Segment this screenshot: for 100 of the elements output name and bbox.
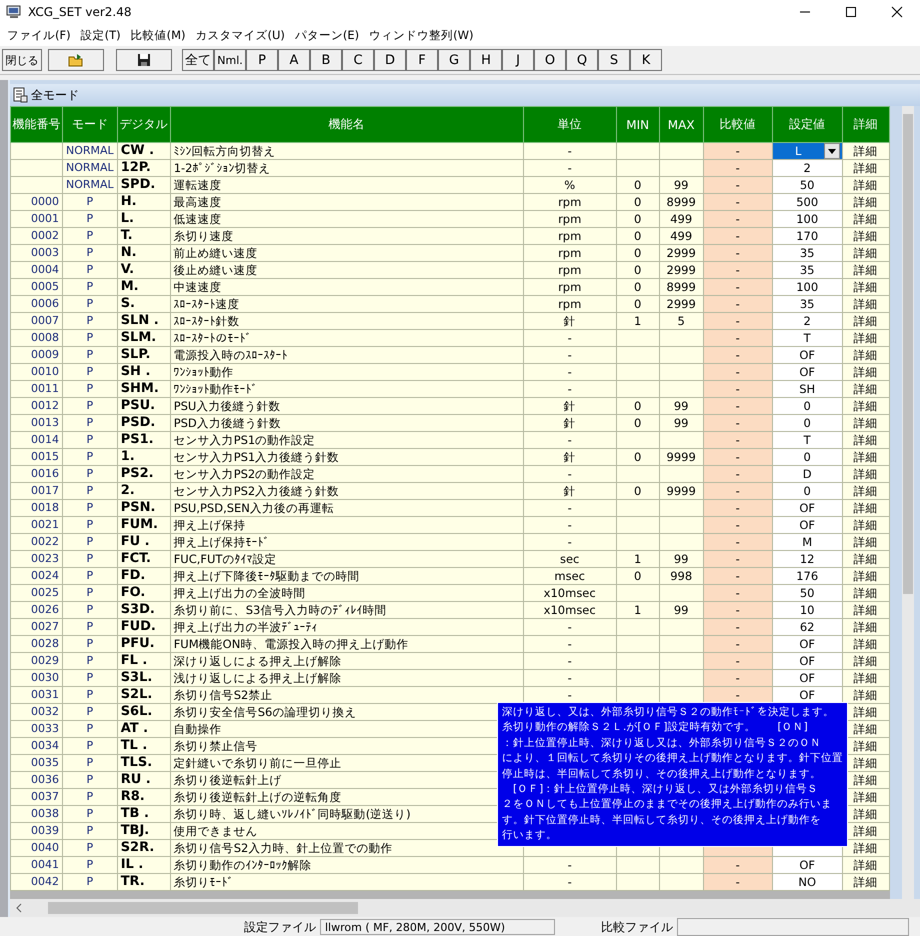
- function-name: PSD入力後縫う針数: [174, 416, 281, 430]
- setting-value[interactable]: 12: [800, 552, 814, 566]
- mode-cell: P: [86, 875, 94, 888]
- function-name: 電源投入時のｽﾛｰｽﾀｰﾄ: [174, 348, 288, 362]
- unit-cell: -: [568, 161, 572, 175]
- menu-item[interactable]: パターン(E): [290, 28, 364, 42]
- column-header: MIN: [626, 118, 650, 132]
- mode-cell: P: [86, 739, 94, 752]
- setting-value[interactable]: D: [802, 467, 812, 481]
- setting-value[interactable]: 2: [804, 314, 811, 328]
- unit-cell: 針: [564, 450, 576, 464]
- menu-item[interactable]: ウィンドウ整列(W): [364, 28, 478, 42]
- mode-cell: P: [86, 603, 94, 616]
- setting-value[interactable]: OF: [799, 671, 816, 685]
- setting-value[interactable]: OF: [799, 348, 816, 362]
- function-number: 0026: [31, 603, 59, 616]
- close-icon[interactable]: [891, 6, 903, 18]
- setting-value[interactable]: 50: [800, 586, 814, 600]
- filter-button[interactable]: O: [534, 49, 566, 71]
- compare-value: -: [736, 297, 740, 311]
- unit-cell: -: [568, 688, 572, 702]
- column-header: MAX: [668, 118, 695, 132]
- max-value: 9999: [666, 484, 696, 498]
- setting-value[interactable]: 0: [804, 450, 811, 464]
- setting-value[interactable]: 2: [804, 161, 811, 175]
- function-name: センサ入力PS2入力後縫う針数: [174, 484, 340, 498]
- max-value: 8999: [666, 195, 696, 209]
- min-value: 0: [634, 297, 642, 311]
- digital-code: SPD.: [120, 178, 156, 192]
- setting-value[interactable]: SH: [799, 382, 816, 396]
- function-number: 0010: [31, 365, 59, 378]
- function-name: 糸切り前に、S3信号入力時のﾃﾞｨﾚｲ時間: [174, 603, 386, 617]
- function-name: 押え上げ出力の半波ﾃﾞｭｰﾃｨ: [174, 620, 318, 634]
- vertical-scrollbar[interactable]: [902, 106, 914, 899]
- function-name: FUM機能ON時、電源投入時の押え上げ動作: [174, 637, 408, 651]
- setting-dropdown[interactable]: L: [773, 144, 842, 158]
- close-panel-button[interactable]: 閉じる: [2, 49, 42, 71]
- setting-value[interactable]: OF: [799, 688, 816, 702]
- function-name: 1-2ﾎﾟｼﾞｼｮﾝ切替え: [174, 161, 270, 175]
- max-value: 99: [674, 399, 688, 413]
- compare-value: -: [736, 467, 740, 481]
- setting-value[interactable]: OF: [799, 518, 816, 532]
- function-number: 0000: [31, 195, 59, 208]
- function-name: PSU,PSD,SEN入力後の再運転: [174, 501, 334, 515]
- horizontal-scrollbar[interactable]: [10, 899, 920, 917]
- setting-value[interactable]: 10: [800, 603, 814, 617]
- filter-button[interactable]: P: [246, 49, 278, 71]
- setting-value[interactable]: M: [802, 535, 812, 549]
- digital-code: FO.: [120, 586, 146, 600]
- setting-value[interactable]: 0: [804, 399, 811, 413]
- setting-value[interactable]: 35: [800, 263, 814, 277]
- compare-value: -: [736, 263, 740, 277]
- menu-item[interactable]: 比較値(M): [126, 28, 190, 42]
- function-name: 糸切り後逆転針上げ: [174, 773, 282, 787]
- setting-value[interactable]: 50: [800, 178, 814, 192]
- mode-cell: P: [86, 467, 94, 480]
- filter-button[interactable]: G: [438, 49, 470, 71]
- filter-button[interactable]: B: [310, 49, 342, 71]
- min-value: 0: [634, 569, 642, 583]
- filter-button[interactable]: S: [598, 49, 630, 71]
- filter-button[interactable]: K: [630, 49, 662, 71]
- mode-cell: P: [86, 314, 94, 327]
- setting-value[interactable]: OF: [799, 654, 816, 668]
- filter-button[interactable]: A: [278, 49, 310, 71]
- setting-value[interactable]: OF: [799, 365, 816, 379]
- setting-value[interactable]: OF: [799, 501, 816, 515]
- filter-button[interactable]: C: [342, 49, 374, 71]
- filter-button[interactable]: 全て: [182, 49, 214, 71]
- setting-value[interactable]: OF: [799, 858, 816, 872]
- function-number: 0030: [31, 671, 59, 684]
- setting-value[interactable]: T: [804, 433, 811, 447]
- digital-code: PFU.: [120, 636, 155, 651]
- digital-code: SHM.: [120, 382, 159, 396]
- setting-value[interactable]: T: [804, 331, 811, 345]
- open-folder-button[interactable]: [48, 49, 104, 71]
- save-button[interactable]: [116, 49, 172, 71]
- function-number: 0014: [31, 433, 59, 446]
- compare-value: -: [736, 858, 740, 872]
- menu-item[interactable]: ファイル(F): [2, 28, 76, 42]
- unit-cell: -: [568, 620, 572, 634]
- unit-cell: -: [568, 365, 572, 379]
- function-name: ﾐｼﾝ回転方向切替え: [174, 144, 276, 158]
- setting-value[interactable]: 35: [800, 297, 814, 311]
- filter-button[interactable]: H: [470, 49, 502, 71]
- setting-value[interactable]: 0: [804, 484, 811, 498]
- filter-button[interactable]: Q: [566, 49, 598, 71]
- filter-button[interactable]: F: [406, 49, 438, 71]
- menu-item[interactable]: カスタマイズ(U): [190, 28, 290, 42]
- setting-value[interactable]: 62: [800, 620, 814, 634]
- filter-button[interactable]: D: [374, 49, 406, 71]
- menu-item[interactable]: 設定(T): [76, 28, 126, 42]
- setting-value[interactable]: OF: [799, 637, 816, 651]
- filter-button[interactable]: Nml.: [214, 49, 246, 71]
- compare-value: -: [736, 654, 740, 668]
- filter-button[interactable]: J: [502, 49, 534, 71]
- unit-cell: -: [568, 637, 572, 651]
- setting-value[interactable]: 35: [800, 246, 814, 260]
- setting-value[interactable]: 0: [804, 416, 811, 430]
- app-icon: [6, 5, 22, 19]
- maximize-icon[interactable]: [845, 6, 857, 18]
